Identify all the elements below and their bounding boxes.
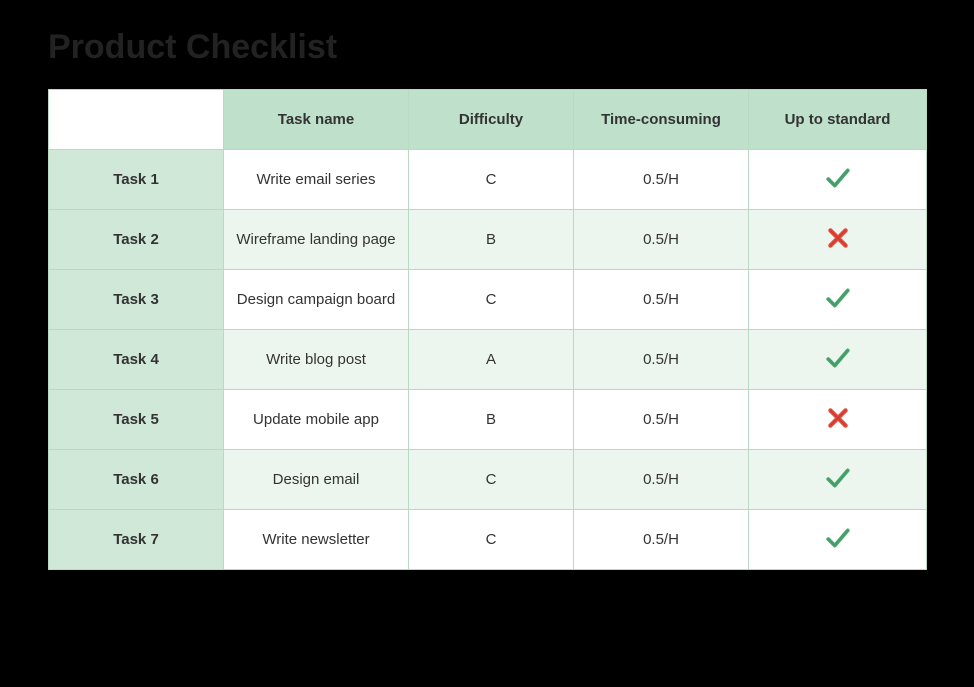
page-title: Product Checklist (48, 28, 926, 67)
row-label: Task 7 (49, 510, 224, 570)
checklist-table: Task name Difficulty Time-consuming Up t… (48, 89, 927, 570)
table-row: Task 2Wireframe landing pageB0.5/H (49, 210, 927, 270)
cell-difficulty: B (409, 390, 574, 450)
cell-time: 0.5/H (574, 210, 749, 270)
cell-task-name: Write email series (224, 150, 409, 210)
check-icon (825, 178, 851, 195)
cell-status (749, 390, 927, 450)
check-icon (825, 478, 851, 495)
cell-difficulty: B (409, 210, 574, 270)
check-icon (825, 538, 851, 555)
header-task-name: Task name (224, 90, 409, 150)
header-difficulty: Difficulty (409, 90, 574, 150)
cell-difficulty: C (409, 450, 574, 510)
row-label: Task 5 (49, 390, 224, 450)
check-icon (825, 358, 851, 375)
cell-difficulty: C (409, 270, 574, 330)
check-icon (825, 298, 851, 315)
cell-task-name: Design campaign board (224, 270, 409, 330)
row-label: Task 6 (49, 450, 224, 510)
cell-difficulty: C (409, 510, 574, 570)
row-label: Task 2 (49, 210, 224, 270)
cell-task-name: Write newsletter (224, 510, 409, 570)
cell-difficulty: A (409, 330, 574, 390)
cell-time: 0.5/H (574, 270, 749, 330)
table-row: Task 4Write blog postA0.5/H (49, 330, 927, 390)
cell-time: 0.5/H (574, 450, 749, 510)
cell-task-name: Update mobile app (224, 390, 409, 450)
cell-task-name: Write blog post (224, 330, 409, 390)
cell-time: 0.5/H (574, 510, 749, 570)
cell-status (749, 150, 927, 210)
cross-icon (825, 238, 851, 255)
cell-status (749, 270, 927, 330)
table-row: Task 7Write newsletterC0.5/H (49, 510, 927, 570)
table-row: Task 1Write email seriesC0.5/H (49, 150, 927, 210)
cell-difficulty: C (409, 150, 574, 210)
header-time: Time-consuming (574, 90, 749, 150)
cell-status (749, 210, 927, 270)
table-row: Task 3Design campaign boardC0.5/H (49, 270, 927, 330)
header-blank (49, 90, 224, 150)
row-label: Task 3 (49, 270, 224, 330)
header-standard: Up to standard (749, 90, 927, 150)
cross-icon (825, 418, 851, 435)
cell-status (749, 330, 927, 390)
cell-status (749, 450, 927, 510)
row-label: Task 1 (49, 150, 224, 210)
cell-task-name: Design email (224, 450, 409, 510)
cell-time: 0.5/H (574, 330, 749, 390)
table-header-row: Task name Difficulty Time-consuming Up t… (49, 90, 927, 150)
table-row: Task 6Design emailC0.5/H (49, 450, 927, 510)
cell-status (749, 510, 927, 570)
cell-task-name: Wireframe landing page (224, 210, 409, 270)
table-row: Task 5Update mobile appB0.5/H (49, 390, 927, 450)
cell-time: 0.5/H (574, 150, 749, 210)
cell-time: 0.5/H (574, 390, 749, 450)
row-label: Task 4 (49, 330, 224, 390)
